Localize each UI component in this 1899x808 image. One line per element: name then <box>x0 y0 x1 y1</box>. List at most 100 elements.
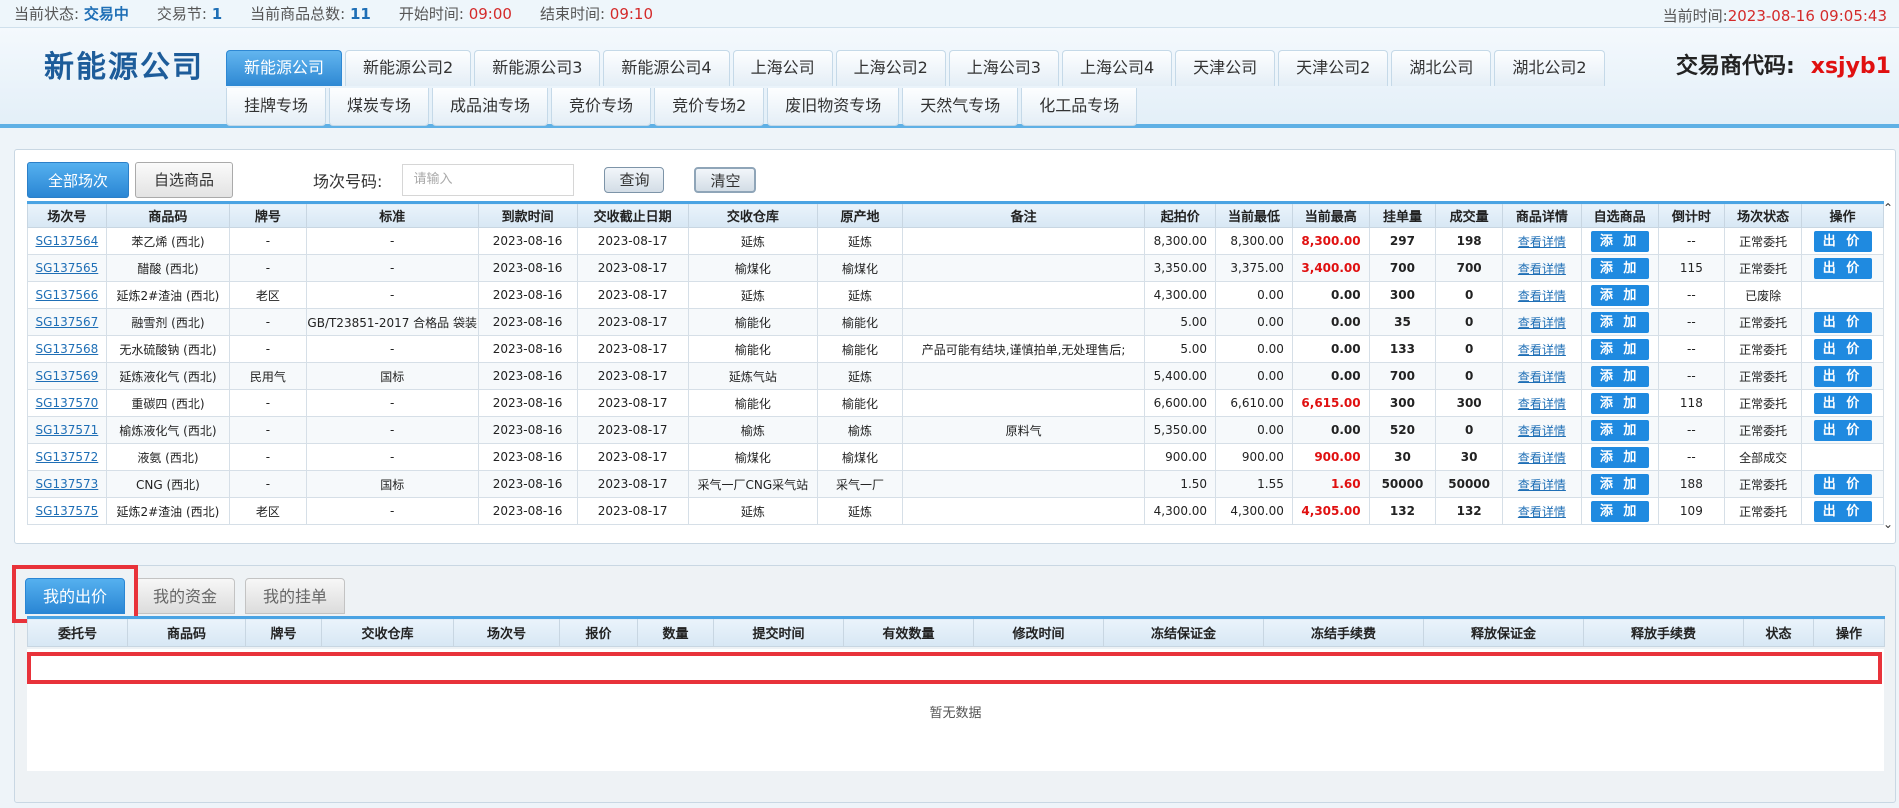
table-row: SG137569 延炼液化气 (西北) 民用气 国标 2023-08-16 2023-08… <box>27 362 1884 390</box>
bid-button[interactable]: 出 价 <box>1813 257 1872 279</box>
market-tab[interactable]: 竞价专场 <box>551 88 652 126</box>
bid-button[interactable]: 出 价 <box>1813 473 1872 495</box>
current-high: 0.00 <box>1291 335 1370 363</box>
session-link[interactable]: SG137568 <box>27 335 107 363</box>
scroll-up-icon[interactable]: ⌃ <box>1881 201 1895 215</box>
add-button[interactable]: 添 加 <box>1590 230 1649 252</box>
payment-date: 2023-08-16 <box>477 443 578 471</box>
detail-link[interactable]: 查看详情 <box>1501 497 1582 525</box>
table-row: SG137570 重碳四 (西北) - -2023-08-16 2023-08-17 榆能… <box>27 389 1884 417</box>
order-qty: 300 <box>1368 281 1437 309</box>
add-button[interactable]: 添 加 <box>1590 419 1649 441</box>
countdown: -- <box>1657 335 1726 363</box>
payment-date: 2023-08-16 <box>477 308 578 336</box>
clear-button[interactable]: 清空 <box>694 167 757 193</box>
order-qty: 30 <box>1368 443 1437 471</box>
detail-link[interactable]: 查看详情 <box>1501 443 1582 471</box>
origin: 延炼 <box>817 362 903 390</box>
add-button[interactable]: 添 加 <box>1590 338 1649 360</box>
company-tab[interactable]: 天津公司 <box>1175 50 1276 86</box>
bid-button[interactable]: 出 价 <box>1813 311 1872 333</box>
column-header: 到款时间 <box>477 202 578 228</box>
company-tab[interactable]: 上海公司 <box>732 50 833 86</box>
company-tab[interactable]: 新能源公司3 <box>474 50 601 86</box>
detail-link[interactable]: 查看详情 <box>1501 227 1582 255</box>
company-tab[interactable]: 新能源公司 <box>226 50 343 86</box>
status-bar: 当前状态: 交易中 交易节: 1 当前商品总数: 11 开始时间: 09:00 … <box>0 0 1899 28</box>
session-link[interactable]: SG137573 <box>27 470 107 498</box>
brand: - <box>229 254 307 282</box>
bid-button[interactable]: 出 价 <box>1813 230 1872 252</box>
session-no-input[interactable]: 请输入 <box>402 164 575 196</box>
bid-button[interactable]: 出 价 <box>1813 500 1872 522</box>
goods-count: 当前商品总数: 11 <box>250 5 371 23</box>
market-tabs: 挂牌专场 煤炭专场 成品油专场 竞价专场 竞价专场2 废旧物资专场 天然气专场 化工品专场 <box>226 88 1140 126</box>
detail-link[interactable]: 查看详情 <box>1501 470 1582 498</box>
current-low: 0.00 <box>1215 308 1293 336</box>
current-high: 900.00 <box>1291 443 1370 471</box>
detail-link[interactable]: 查看详情 <box>1501 389 1582 417</box>
deal-qty: 132 <box>1435 497 1503 525</box>
session-link[interactable]: SG137564 <box>27 227 107 255</box>
column-header: 当前最高 <box>1291 202 1370 228</box>
table-scrollbar[interactable]: ⌃ ⌄ <box>1881 201 1895 531</box>
add-button[interactable]: 添 加 <box>1590 500 1649 522</box>
session-status: 正常委托 <box>1724 362 1802 390</box>
detail-link[interactable]: 查看详情 <box>1501 281 1582 309</box>
detail-link[interactable]: 查看详情 <box>1501 308 1582 336</box>
detail-link[interactable]: 查看详情 <box>1501 362 1582 390</box>
bid-button[interactable]: 出 价 <box>1813 419 1872 441</box>
session-link[interactable]: SG137566 <box>27 281 107 309</box>
company-tab[interactable]: 上海公司2 <box>835 50 946 86</box>
scroll-down-icon[interactable]: ⌄ <box>1881 517 1895 531</box>
current-high: 0.00 <box>1291 308 1370 336</box>
my-orders-panel: 我的出价 我的资金 我的挂单 委托号 商品码 牌号 交收仓库 场次号 报价 数量 提交时间 有效数量… <box>12 565 1896 803</box>
session-link[interactable]: SG137565 <box>27 254 107 282</box>
add-cell: 添 加 <box>1580 335 1659 363</box>
market-tab[interactable]: 挂牌专场 <box>226 88 327 126</box>
company-tab[interactable]: 上海公司3 <box>948 50 1059 86</box>
session-link[interactable]: SG137567 <box>27 308 107 336</box>
market-tab[interactable]: 竞价专场2 <box>654 88 765 126</box>
company-tab[interactable]: 天津公司2 <box>1278 50 1389 86</box>
bid-button[interactable]: 出 价 <box>1813 338 1872 360</box>
detail-link[interactable]: 查看详情 <box>1501 254 1582 282</box>
my-goods-button[interactable]: 自选商品 <box>135 162 234 198</box>
session-link[interactable]: SG137571 <box>27 416 107 444</box>
column-header: 倒计时 <box>1657 202 1726 228</box>
remark <box>901 389 1146 417</box>
market-tab[interactable]: 化工品专场 <box>1021 88 1138 126</box>
market-tab[interactable]: 废旧物资专场 <box>767 88 900 126</box>
market-tab[interactable]: 成品油专场 <box>432 88 549 126</box>
bottom-tab[interactable]: 我的挂单 <box>245 578 346 614</box>
market-tab[interactable]: 天然气专场 <box>902 88 1019 126</box>
company-tab[interactable]: 湖北公司2 <box>1494 50 1605 86</box>
operation-cell <box>1801 281 1884 309</box>
operation-cell: 出 价 <box>1801 335 1884 363</box>
session-link[interactable]: SG137575 <box>27 497 107 525</box>
current-high: 3,400.00 <box>1291 254 1370 282</box>
bottom-tab[interactable]: 我的资金 <box>135 578 236 614</box>
all-sessions-button[interactable]: 全部场次 <box>27 162 130 198</box>
add-button[interactable]: 添 加 <box>1590 473 1649 495</box>
add-button[interactable]: 添 加 <box>1590 311 1649 333</box>
bid-button[interactable]: 出 价 <box>1813 392 1872 414</box>
payment-date: 2023-08-16 <box>477 335 578 363</box>
add-button[interactable]: 添 加 <box>1590 257 1649 279</box>
add-button[interactable]: 添 加 <box>1590 446 1649 468</box>
market-tab[interactable]: 煤炭专场 <box>329 88 430 126</box>
bid-button[interactable]: 出 价 <box>1813 365 1872 387</box>
session-link[interactable]: SG137569 <box>27 362 107 390</box>
add-button[interactable]: 添 加 <box>1590 284 1649 306</box>
session-link[interactable]: SG137572 <box>27 443 107 471</box>
add-button[interactable]: 添 加 <box>1590 365 1649 387</box>
detail-link[interactable]: 查看详情 <box>1501 416 1582 444</box>
session-link[interactable]: SG137570 <box>27 389 107 417</box>
company-tab[interactable]: 新能源公司2 <box>345 50 472 86</box>
add-button[interactable]: 添 加 <box>1590 392 1649 414</box>
company-tab[interactable]: 湖北公司 <box>1391 50 1492 86</box>
company-tab[interactable]: 新能源公司4 <box>603 50 730 86</box>
query-button[interactable]: 查询 <box>604 167 665 193</box>
company-tab[interactable]: 上海公司4 <box>1061 50 1173 86</box>
detail-link[interactable]: 查看详情 <box>1501 335 1582 363</box>
